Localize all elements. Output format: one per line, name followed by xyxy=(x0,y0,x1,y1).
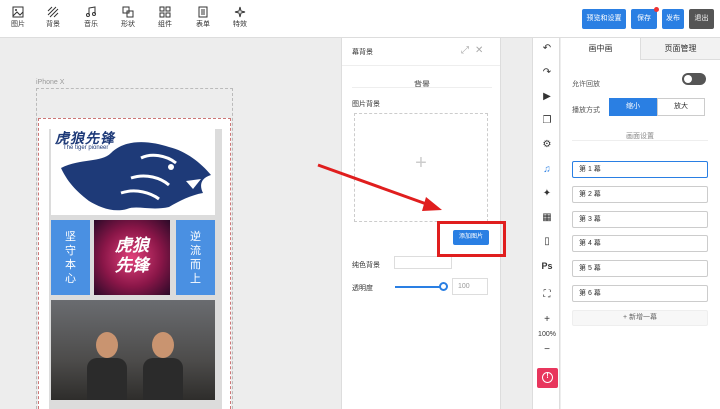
mode-enlarge-button[interactable]: 放大 xyxy=(657,98,705,116)
phone-icon[interactable]: ▯ xyxy=(539,234,555,250)
add-scene-button[interactable]: + 新增一幕 xyxy=(572,310,708,326)
right-panel-tabs: 画中画 页面管理 xyxy=(561,38,720,60)
redo-icon[interactable]: ↷ xyxy=(539,65,555,81)
undo-icon[interactable]: ↶ xyxy=(539,41,555,57)
scene-item[interactable]: 第 6 幕 xyxy=(572,285,708,302)
zoom-out-icon[interactable]: − xyxy=(533,344,561,355)
sparkle-icon[interactable]: ✦ xyxy=(539,186,555,202)
right-panel: 画中画 页面管理 允许回放 播放方式 缩小 放大 画面设置 第 1 幕 第 2 … xyxy=(561,38,720,409)
scene-item[interactable]: 第 5 幕 xyxy=(572,260,708,277)
play-mode-label: 播放方式 xyxy=(572,107,600,114)
play-icon[interactable]: ▶ xyxy=(539,89,555,105)
zoom-in-icon[interactable]: + xyxy=(533,314,561,325)
scene-item[interactable]: 第 4 幕 xyxy=(572,235,708,252)
ps-icon[interactable]: Ps xyxy=(539,258,555,274)
tab-page-management[interactable]: 页面管理 xyxy=(640,38,720,60)
scan-icon[interactable]: ⛶ xyxy=(539,287,555,303)
scene-item[interactable]: 第 1 幕 xyxy=(572,161,708,178)
settings-divider xyxy=(572,140,708,141)
mode-shrink-button[interactable]: 缩小 xyxy=(609,98,657,116)
settings-icon[interactable]: ⚙ xyxy=(539,137,555,153)
info-icon: ! xyxy=(542,372,553,383)
scene-item[interactable]: 第 2 幕 xyxy=(572,186,708,203)
zoom-level: 100% xyxy=(538,331,556,338)
grid-icon[interactable]: ▦ xyxy=(539,210,555,226)
scene-item[interactable]: 第 3 幕 xyxy=(572,211,708,228)
info-button[interactable]: ! xyxy=(537,368,558,388)
allow-loop-toggle[interactable] xyxy=(682,73,706,85)
tab-picture-in-picture[interactable]: 画中画 xyxy=(561,38,640,60)
vertical-toolbar: ↶ ↷ ▶ ❐ ⚙ ♫ ✦ ▦ ▯ Ps ⛶ + 100% − ! xyxy=(532,38,560,409)
allow-loop-label: 允许回放 xyxy=(572,81,600,88)
music-icon[interactable]: ♫ xyxy=(539,162,555,178)
copy-icon[interactable]: ❐ xyxy=(539,113,555,129)
